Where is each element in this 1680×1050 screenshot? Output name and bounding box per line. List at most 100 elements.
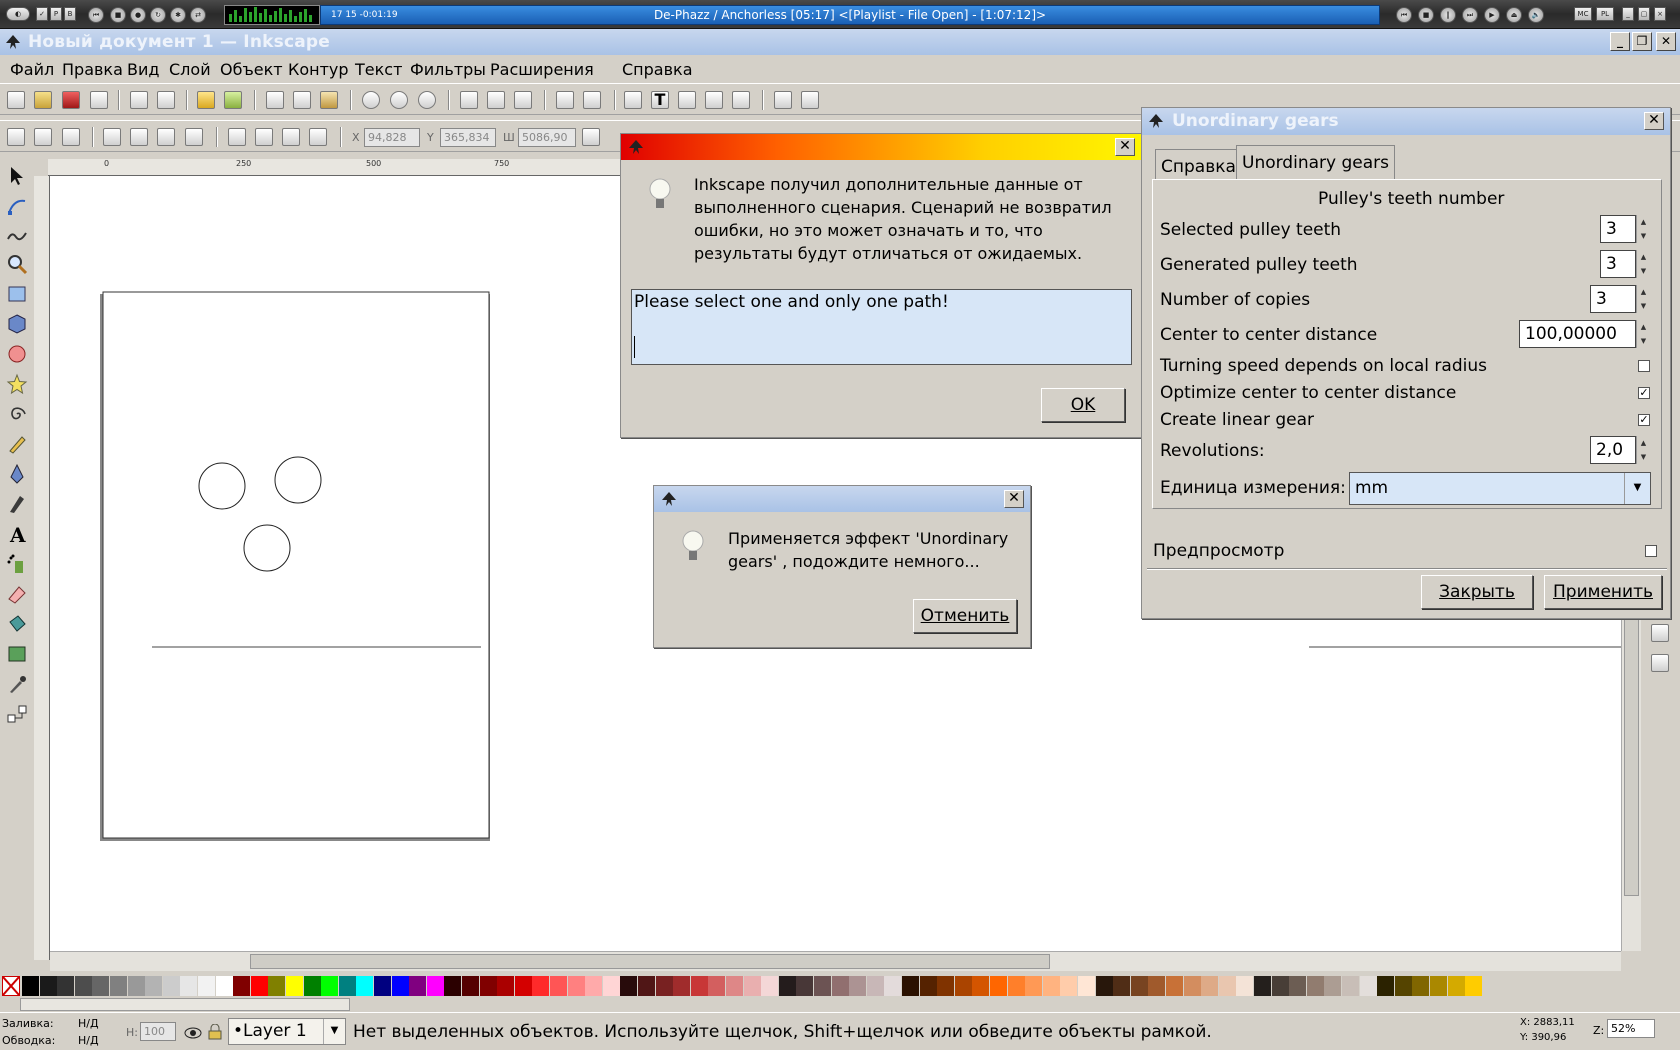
center-distance-stepper[interactable]: ▲ ▼ — [1636, 320, 1650, 348]
calligraphy-tool-icon[interactable] — [6, 493, 28, 515]
color-swatch[interactable] — [233, 976, 251, 996]
align-distribute-icon[interactable] — [732, 91, 750, 109]
winamp-small-shuffle-icon[interactable]: ⇄ — [190, 7, 206, 23]
new-document-icon[interactable] — [7, 91, 25, 109]
grid-snap-icon[interactable] — [1651, 624, 1669, 642]
color-swatch[interactable] — [1042, 976, 1060, 996]
color-swatch[interactable] — [356, 976, 374, 996]
selector-tool-icon[interactable] — [6, 165, 28, 187]
color-swatch[interactable] — [479, 976, 497, 996]
unlink-clone-icon[interactable] — [514, 91, 532, 109]
color-swatch[interactable] — [884, 976, 902, 996]
winamp-eject-icon[interactable]: ⏏ — [1506, 7, 1522, 23]
color-swatch[interactable] — [638, 976, 655, 996]
select-all-layers-icon[interactable] — [34, 128, 52, 146]
winamp-menu-icon[interactable]: ◐ — [6, 7, 30, 21]
color-swatch[interactable] — [22, 976, 39, 996]
color-swatch[interactable] — [761, 976, 779, 996]
selected-teeth-input[interactable]: 3 — [1600, 215, 1636, 243]
close-gears-dialog-button[interactable]: ✕ — [1644, 112, 1664, 130]
color-swatch[interactable] — [391, 976, 409, 996]
color-swatch[interactable] — [198, 976, 215, 996]
group-icon[interactable] — [556, 91, 574, 109]
revolutions-stepper[interactable]: ▲ ▼ — [1636, 436, 1650, 464]
color-swatch[interactable] — [532, 976, 550, 996]
lower-icon[interactable] — [282, 128, 300, 146]
zoom-drawing-icon[interactable] — [390, 91, 408, 109]
winamp-minimize-icon[interactable]: _ — [1622, 7, 1634, 21]
color-swatch[interactable] — [374, 976, 391, 996]
color-swatch[interactable] — [954, 976, 972, 996]
dropper-tool-icon[interactable] — [6, 673, 28, 695]
export-icon[interactable] — [157, 91, 175, 109]
winamp-small-repeat-icon[interactable]: ↻ — [150, 7, 166, 23]
color-swatch[interactable] — [268, 976, 286, 996]
color-swatch[interactable] — [39, 976, 57, 996]
color-swatch[interactable] — [673, 976, 691, 996]
color-swatch[interactable] — [1183, 976, 1201, 996]
rotate-ccw-icon[interactable] — [103, 128, 121, 146]
color-swatch[interactable] — [1324, 976, 1342, 996]
close-window-button[interactable]: ✕ — [1656, 32, 1676, 51]
color-swatch[interactable] — [1078, 976, 1095, 996]
ok-button[interactable]: OK — [1041, 388, 1125, 422]
color-swatch[interactable] — [1148, 976, 1166, 996]
guide-snap-icon[interactable] — [1651, 654, 1669, 672]
menu-file[interactable]: Файл — [10, 60, 54, 79]
color-swatch[interactable] — [1007, 976, 1025, 996]
winamp-next-icon[interactable]: ⏭ — [1462, 7, 1478, 23]
gradient-tool-icon[interactable] — [6, 643, 28, 665]
zoom-page-icon[interactable] — [418, 91, 436, 109]
maximize-button[interactable]: ❐ — [1632, 32, 1652, 51]
chevron-down-icon[interactable]: ▼ — [1624, 473, 1650, 504]
winamp-stop-icon[interactable]: ■ — [1418, 7, 1434, 23]
color-swatch[interactable] — [321, 976, 339, 996]
winamp-prev-icon[interactable]: ⏮ — [1396, 7, 1412, 23]
color-swatch[interactable] — [1342, 976, 1359, 996]
color-swatch[interactable] — [1289, 976, 1307, 996]
color-swatch[interactable] — [444, 976, 462, 996]
horizontal-scroll-thumb[interactable] — [250, 954, 1050, 969]
tab-help[interactable]: Справка — [1155, 149, 1242, 179]
copies-input[interactable]: 3 — [1590, 285, 1636, 313]
color-swatch[interactable] — [866, 976, 884, 996]
color-swatch[interactable] — [550, 976, 567, 996]
text-tool-icon[interactable]: A — [6, 523, 28, 545]
color-swatch[interactable] — [1412, 976, 1430, 996]
main-titlebar[interactable]: Новый документ 1 — Inkscape _ ❐ ✕ — [0, 29, 1680, 55]
bucket-tool-icon[interactable] — [6, 613, 28, 635]
text-font-icon[interactable]: T — [651, 91, 669, 109]
color-swatch[interactable] — [127, 976, 145, 996]
flip-horizontal-icon[interactable] — [157, 128, 175, 146]
color-swatch[interactable] — [1394, 976, 1412, 996]
tab-unordinary-gears[interactable]: Unordinary gears — [1236, 145, 1395, 180]
menu-path[interactable]: Контур — [288, 60, 349, 79]
color-swatch[interactable] — [620, 976, 638, 996]
lock-icon[interactable] — [208, 1024, 222, 1040]
winamp-mc-icon[interactable]: MC — [1574, 7, 1592, 21]
raise-icon[interactable] — [255, 128, 273, 146]
color-swatch[interactable] — [902, 976, 919, 996]
lower-bottom-icon[interactable] — [309, 128, 327, 146]
linear-gear-checkbox[interactable]: ✓ — [1638, 414, 1650, 426]
preferences-icon[interactable] — [774, 91, 792, 109]
menu-filters[interactable]: Фильтры — [410, 60, 486, 79]
ellipse-tool-icon[interactable] — [6, 343, 28, 365]
winamp-check-icon[interactable]: ✓ — [36, 7, 48, 21]
copies-stepper[interactable]: ▲ ▼ — [1636, 285, 1650, 313]
cancel-button[interactable]: Отменить — [913, 599, 1017, 633]
no-paint-swatch[interactable] — [2, 976, 20, 996]
close-dialog-button[interactable]: ✕ — [1115, 138, 1135, 156]
print-icon[interactable] — [90, 91, 108, 109]
color-swatch[interactable] — [796, 976, 814, 996]
winamp-track-display[interactable]: 17 15 -0:01:19 De-Phazz / Anchorless [05… — [320, 5, 1380, 25]
color-swatch[interactable] — [972, 976, 990, 996]
winamp-p-icon[interactable]: P — [50, 7, 62, 21]
dialog-titlebar[interactable]: ✕ — [621, 134, 1141, 160]
rotate-cw-icon[interactable] — [130, 128, 148, 146]
color-swatch[interactable] — [726, 976, 743, 996]
3dbox-tool-icon[interactable] — [6, 313, 28, 335]
color-swatch[interactable] — [1236, 976, 1254, 996]
xml-editor-icon[interactable] — [705, 91, 723, 109]
menu-view[interactable]: Вид — [127, 60, 159, 79]
